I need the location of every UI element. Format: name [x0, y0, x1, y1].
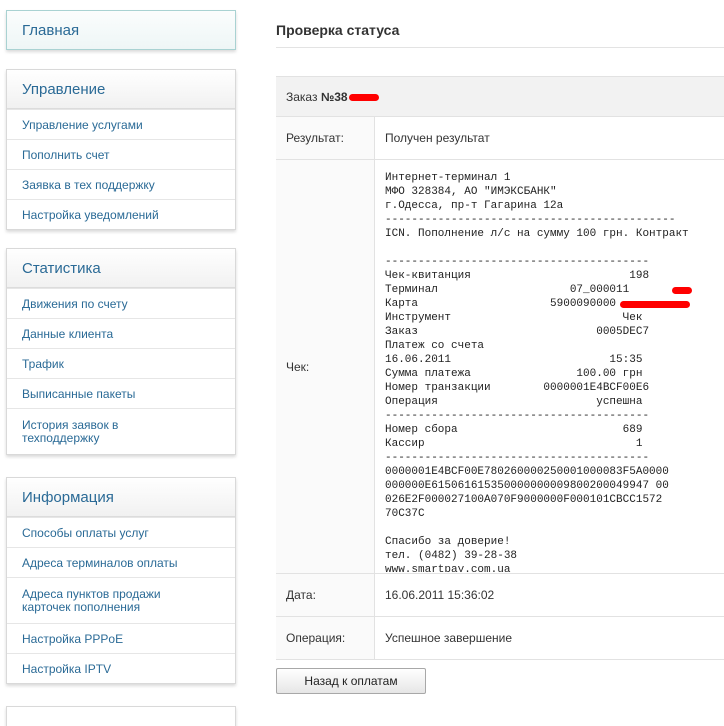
- redaction-mark: [620, 301, 690, 308]
- operation-label: Операция:: [276, 616, 375, 660]
- sidebar-item-client-data[interactable]: Данные клиента: [7, 318, 235, 348]
- sidebar-item-payment-methods[interactable]: Способы оплаты услуг: [7, 517, 235, 547]
- result-label: Результат:: [276, 116, 375, 160]
- order-label: Заказ: [286, 89, 318, 104]
- order-number: №38: [320, 89, 348, 104]
- order-cell: Заказ №38: [276, 76, 724, 117]
- sidebar-item-support-request[interactable]: Заявка в тех поддержку: [7, 169, 235, 199]
- check-value: Интернет-терминал 1 МФО 328384, АО "ИМЭК…: [374, 159, 724, 574]
- sidebar-item-issued-packages[interactable]: Выписанные пакеты: [7, 378, 235, 408]
- order-row: Заказ №38: [276, 76, 724, 117]
- sidebar-item-traffic[interactable]: Трафик: [7, 348, 235, 378]
- sidebar-management-box: Управление Управление услугами Пополнить…: [6, 69, 236, 230]
- operation-value: Успешное завершение: [374, 616, 724, 660]
- back-to-payments-button[interactable]: Назад к оплатам: [276, 668, 426, 694]
- sidebar-item-account-movements[interactable]: Движения по счету: [7, 288, 235, 318]
- sidebar-statistics-box: Статистика Движения по счету Данные клие…: [6, 248, 236, 455]
- date-row: Дата: 16.06.2011 15:36:02: [276, 573, 724, 617]
- sidebar-item-top-up[interactable]: Пополнить счет: [7, 139, 235, 169]
- redaction-mark: [348, 93, 379, 101]
- sidebar-item-terminal-addresses[interactable]: Адреса терминалов оплаты: [7, 547, 235, 577]
- redaction-mark: [672, 287, 692, 294]
- result-row: Результат: Получен результат: [276, 116, 724, 160]
- check-label: Чек:: [276, 159, 375, 574]
- title-divider: [276, 47, 724, 48]
- sidebar-information-box: Информация Способы оплаты услуг Адреса т…: [6, 477, 236, 684]
- page-title: Проверка статуса: [276, 22, 400, 38]
- sidebar-item-pppoe-settings[interactable]: Настройка PPPoE: [7, 623, 235, 653]
- receipt: Интернет-терминал 1 МФО 328384, АО "ИМЭК…: [385, 161, 723, 572]
- receipt-text: Интернет-терминал 1 МФО 328384, АО "ИМЭК…: [385, 172, 689, 572]
- sidebar-item-main[interactable]: Главная: [7, 11, 235, 49]
- result-value: Получен результат: [374, 116, 724, 160]
- operation-row: Операция: Успешное завершение: [276, 616, 724, 660]
- sidebar-item-support-history[interactable]: История заявок в техподдержку: [7, 408, 235, 454]
- date-value: 16.06.2011 15:36:02: [374, 573, 724, 617]
- sidebar-section-statistics[interactable]: Статистика: [7, 249, 235, 288]
- sidebar-next-box: [6, 706, 236, 726]
- sidebar-item-manage-services[interactable]: Управление услугами: [7, 109, 235, 139]
- sidebar-item-card-sale-points[interactable]: Адреса пунктов продажи карточек пополнен…: [7, 577, 235, 623]
- sidebar-section-information[interactable]: Информация: [7, 478, 235, 517]
- sidebar-main-box: Главная: [6, 10, 236, 50]
- check-row: Чек: Интернет-терминал 1 МФО 328384, АО …: [276, 159, 724, 574]
- sidebar-item-iptv-settings[interactable]: Настройка IPTV: [7, 653, 235, 683]
- date-label: Дата:: [276, 573, 375, 617]
- sidebar-item-notification-settings[interactable]: Настройка уведомлений: [7, 199, 235, 229]
- status-table: Заказ №38 Результат: Получен результат Ч…: [276, 76, 724, 660]
- sidebar-section-management[interactable]: Управление: [7, 70, 235, 109]
